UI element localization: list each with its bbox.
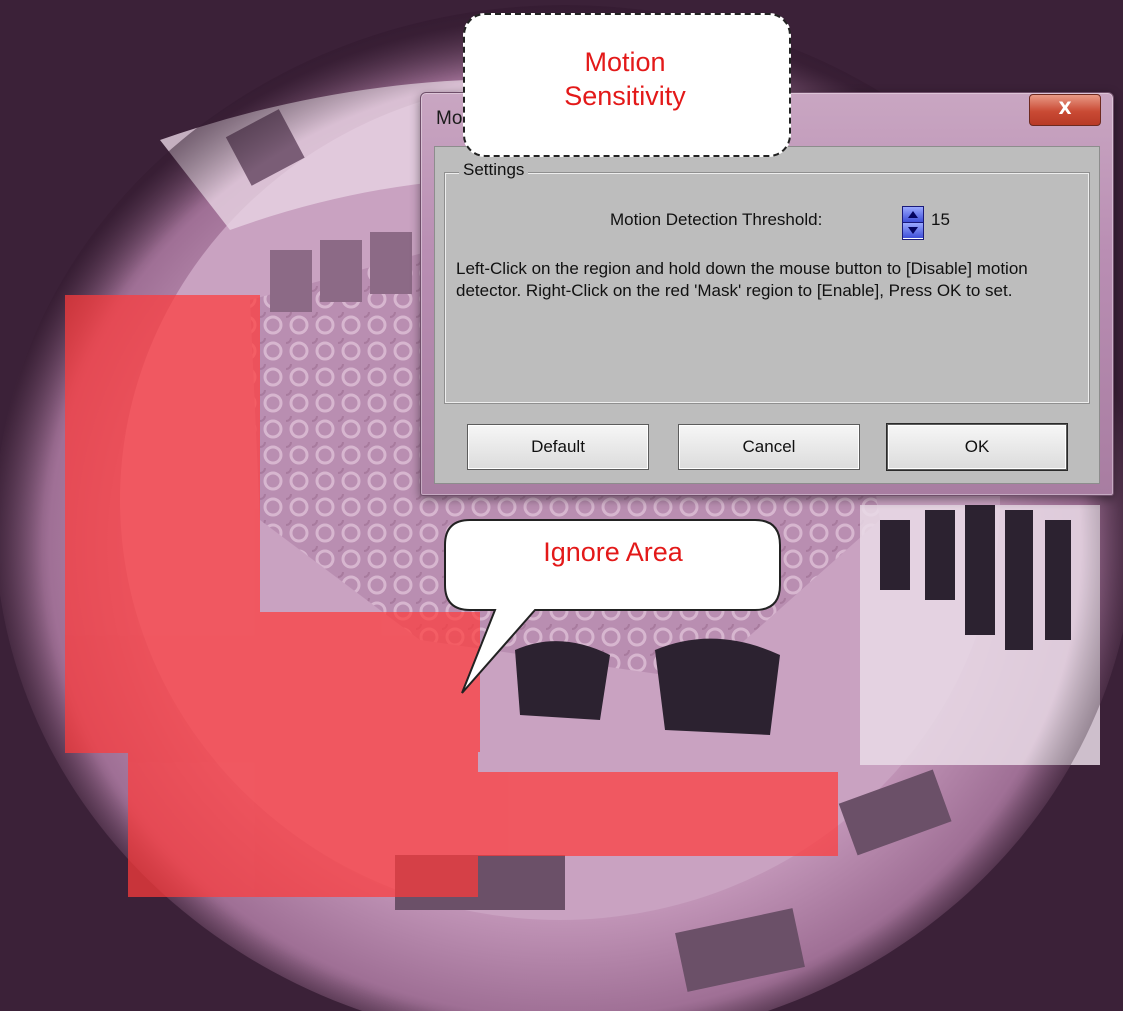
- help-text: Left-Click on the region and hold down t…: [456, 259, 1028, 300]
- spin-down-button[interactable]: [903, 223, 923, 238]
- motion-sensitivity-text: Motion Sensitivity: [470, 45, 780, 113]
- threshold-label: Motion Detection Threshold:: [610, 210, 823, 229]
- ignore-area-text: Ignore Area: [543, 537, 683, 567]
- spin-up-button[interactable]: [903, 207, 923, 223]
- settings-group: Settings Motion Detection Threshold: 15 …: [444, 160, 1090, 404]
- motion-sensitivity-line-2: Sensitivity: [564, 81, 686, 111]
- ok-button[interactable]: OK: [887, 424, 1067, 470]
- threshold-value: 15: [931, 210, 950, 229]
- cancel-button[interactable]: Cancel: [678, 424, 860, 470]
- close-icon: X: [1058, 99, 1072, 119]
- threshold-spinner[interactable]: [902, 206, 924, 240]
- settings-group-label: Settings: [459, 160, 529, 180]
- screen: Mo...ng X Settings Motion Detection Thre…: [0, 0, 1123, 1011]
- arrow-up-icon: [908, 211, 918, 218]
- close-button[interactable]: X: [1029, 94, 1101, 126]
- dialog-client-area: Settings Motion Detection Threshold: 15 …: [434, 146, 1100, 484]
- default-button[interactable]: Default: [467, 424, 649, 470]
- arrow-down-icon: [908, 227, 918, 234]
- motion-sensitivity-line-1: Motion: [584, 47, 666, 77]
